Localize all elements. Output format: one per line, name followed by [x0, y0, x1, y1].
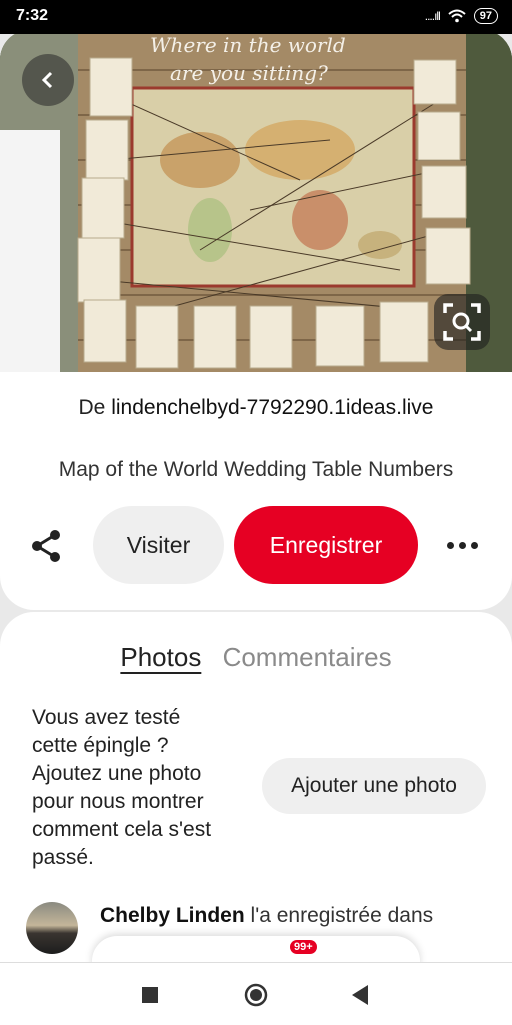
- save-button[interactable]: Enregistrer: [234, 506, 418, 584]
- tab-photos[interactable]: Photos: [120, 642, 201, 672]
- prompt-line: Ajoutez une photo: [32, 762, 202, 785]
- tried-it-prompt: Vous avez testé cette épingle ? Ajoutez …: [32, 704, 252, 872]
- wifi-icon: [448, 9, 466, 23]
- prompt-line: pour nous montrer: [32, 790, 204, 813]
- status-time: 7:32: [16, 7, 49, 24]
- back-icon: [41, 71, 53, 89]
- pin-title: Map of the World Wedding Table Numbers: [58, 458, 454, 481]
- more-icon[interactable]: [440, 530, 484, 560]
- visual-search-button[interactable]: [434, 294, 490, 350]
- tab-bar: Photos Commentaires: [0, 642, 512, 673]
- community-card: Photos Commentaires Vous avez testé cett…: [0, 612, 512, 972]
- tab-comments[interactable]: Commentaires: [223, 642, 392, 672]
- system-nav-bar: [0, 962, 512, 1025]
- prompt-line: comment cela s'est: [32, 818, 212, 841]
- recents-icon[interactable]: [142, 987, 158, 1003]
- saved-by-user[interactable]: Chelby Linden: [100, 904, 245, 927]
- status-icons: ....ıll 97: [425, 8, 498, 24]
- saved-by-action: l'a enregistrée dans: [250, 904, 434, 927]
- signal-icon: ....ıll: [424, 9, 441, 23]
- pin-info-card: De lindenchelbyd-7792290.1ideas.live Map…: [0, 372, 512, 610]
- saved-by-text: Chelby Linden l'a enregistrée dans: [100, 902, 490, 930]
- visit-button[interactable]: Visiter: [93, 506, 224, 584]
- avatar[interactable]: [26, 902, 78, 954]
- back-nav-icon[interactable]: [352, 985, 370, 1005]
- add-photo-button[interactable]: Ajouter une photo: [262, 758, 486, 814]
- prompt-line: cette épingle ?: [32, 734, 169, 757]
- back-button[interactable]: [22, 54, 74, 106]
- visual-search-icon: [443, 303, 481, 341]
- home-icon[interactable]: [244, 983, 268, 1007]
- prompt-line: passé.: [32, 846, 94, 869]
- svg-text:Where in the world: Where in the world: [150, 33, 346, 57]
- status-bar: 7:32 ....ıll 97: [0, 0, 512, 34]
- source-domain[interactable]: lindenchelbyd-7792290.1ideas.live: [111, 396, 433, 419]
- svg-text:are you sitting?: are you sitting?: [170, 61, 328, 85]
- notification-badge: 99+: [290, 940, 317, 954]
- source-prefix: De: [78, 396, 106, 419]
- prompt-line: Vous avez testé: [32, 706, 181, 729]
- battery-icon: 97: [473, 8, 498, 24]
- pin-source[interactable]: De lindenchelbyd-7792290.1ideas.live: [0, 396, 512, 420]
- pin-actions: Visiter Enregistrer: [0, 506, 512, 586]
- share-icon[interactable]: [28, 528, 64, 564]
